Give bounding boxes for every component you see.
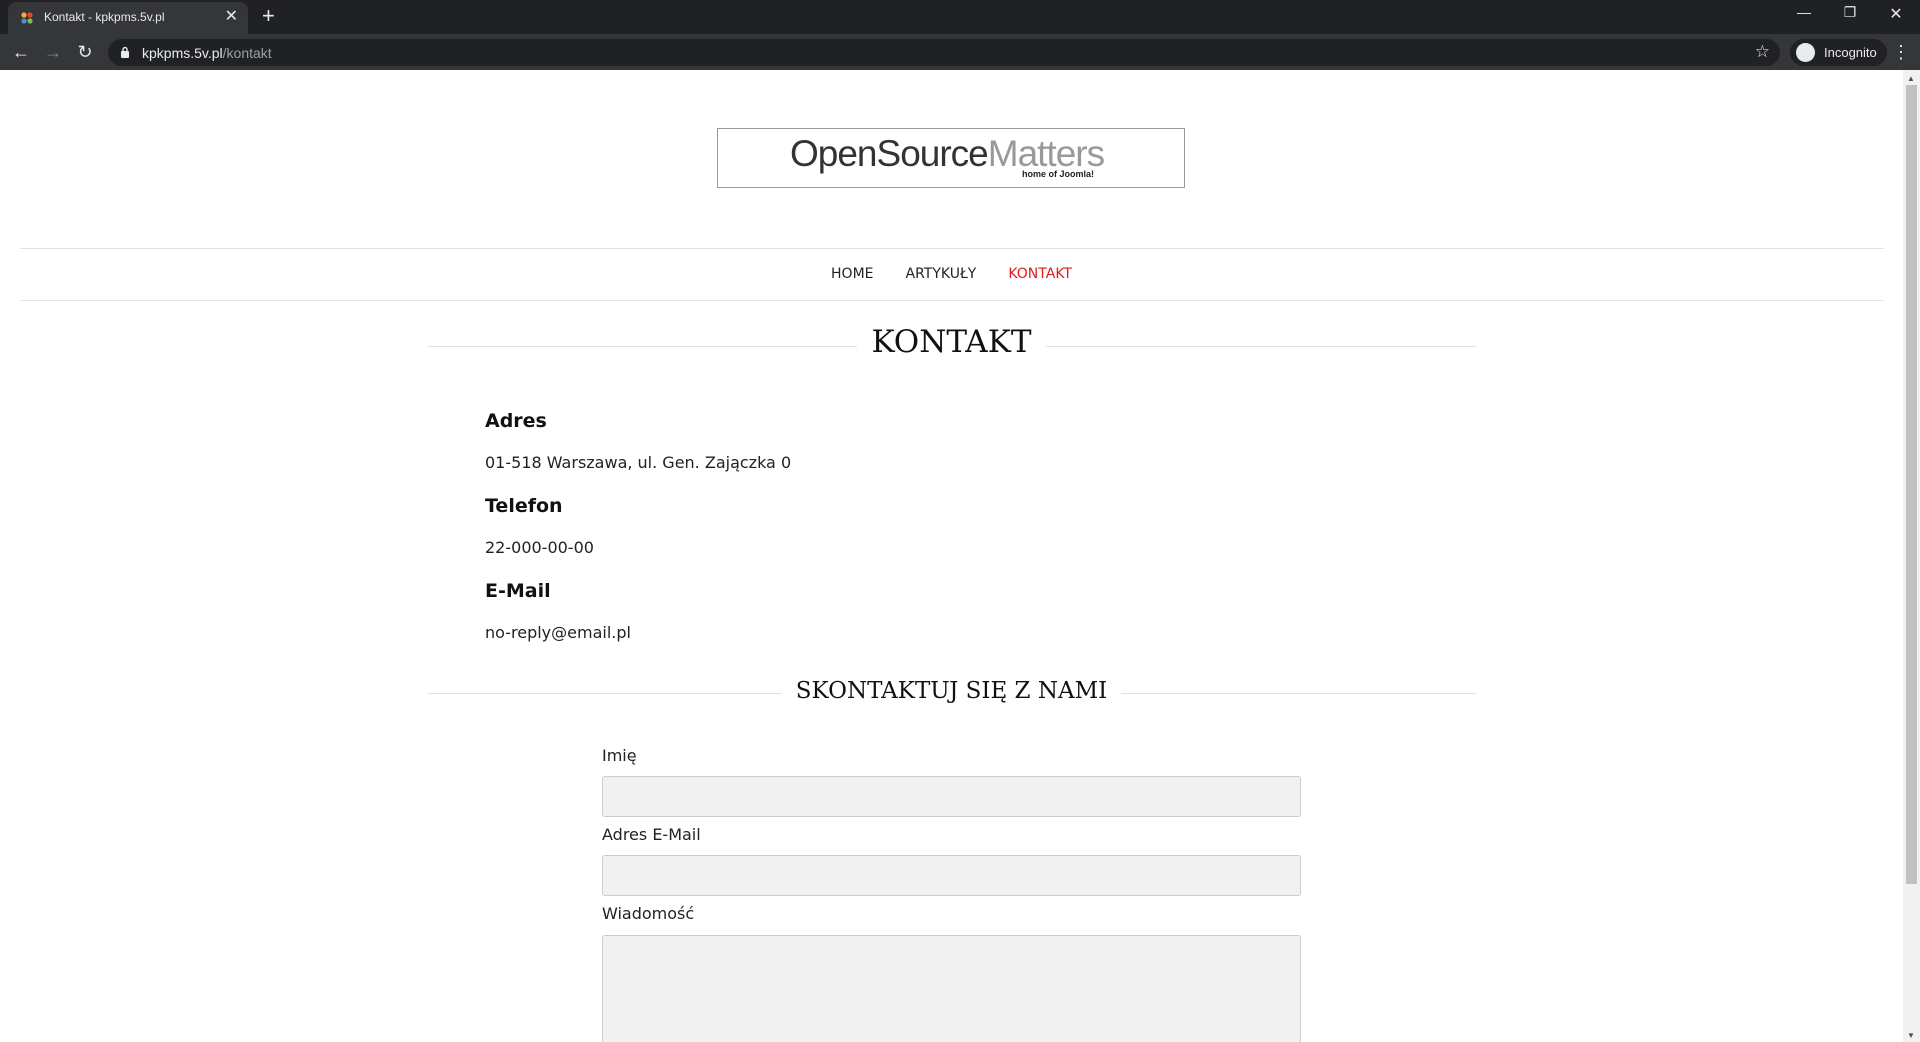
scroll-up-icon[interactable]: ▲ (1907, 74, 1915, 83)
email-heading: E-Mail (485, 580, 551, 602)
browser-tab-strip: Kontakt - kpkpms.5v.pl ✕ + — ❐ ✕ (0, 0, 1920, 34)
main-menu: HOME ARTYKUŁY KONTAKT (0, 266, 1903, 282)
joomla-favicon (21, 12, 33, 24)
address-heading: Adres (485, 410, 547, 432)
lock-icon (121, 46, 129, 58)
email-value: no-reply@email.pl (485, 623, 631, 642)
minimize-icon[interactable]: — (1784, 4, 1824, 20)
message-label: Wiadomość (602, 904, 695, 923)
message-textarea[interactable] (602, 935, 1301, 1042)
name-label: Imię (602, 746, 637, 765)
address-bar[interactable]: kpkpms.5v.pl/kontakt ☆ (108, 39, 1780, 66)
name-input[interactable] (602, 776, 1301, 817)
menu-item-kontakt[interactable]: KONTAKT (1008, 266, 1072, 282)
incognito-badge[interactable]: Incognito (1790, 39, 1887, 66)
page-viewport: OpenSourceMatters home of Joomla! HOME A… (0, 70, 1920, 1042)
incognito-label: Incognito (1824, 45, 1877, 60)
url-host: kpkpms.5v.pl (142, 45, 223, 61)
close-icon[interactable]: ✕ (225, 8, 238, 26)
reload-icon[interactable]: ↻ (74, 41, 96, 63)
url-path: /kontakt (222, 45, 272, 61)
browser-toolbar: ← → ↻ kpkpms.5v.pl/kontakt ☆ Incognito ⋮ (0, 34, 1920, 70)
menu-item-artykuly[interactable]: ARTYKUŁY (906, 266, 977, 282)
phone-heading: Telefon (485, 495, 563, 517)
window-close-icon[interactable]: ✕ (1876, 4, 1916, 24)
tab-title: Kontakt - kpkpms.5v.pl (44, 10, 165, 24)
email-field-label: Adres E-Mail (602, 825, 701, 844)
logo-subtitle: home of Joomla! (1022, 169, 1095, 179)
form-heading: SKONTAKTUJ SIĘ Z NAMI (0, 678, 1903, 704)
restore-icon[interactable]: ❐ (1830, 4, 1870, 21)
scroll-thumb[interactable] (1906, 85, 1917, 884)
forward-icon[interactable]: → (42, 41, 64, 63)
phone-value: 22-000-00-00 (485, 538, 594, 557)
incognito-icon (1796, 43, 1815, 62)
page-title: KONTAKT (0, 324, 1903, 360)
kebab-menu-icon[interactable]: ⋮ (1892, 41, 1910, 63)
browser-tab[interactable]: Kontakt - kpkpms.5v.pl ✕ (8, 2, 248, 34)
page-scrollbar[interactable]: ▲ ▼ (1903, 70, 1920, 1042)
back-icon[interactable]: ← (10, 41, 32, 63)
logo-matters: Matters (987, 133, 1105, 174)
email-input[interactable] (602, 855, 1301, 896)
page-title-text: KONTAKT (857, 324, 1046, 360)
star-icon[interactable]: ☆ (1755, 42, 1770, 62)
logo-open-source: OpenSource (790, 133, 989, 174)
site-logo[interactable]: OpenSourceMatters home of Joomla! (717, 128, 1185, 188)
scroll-down-icon[interactable]: ▼ (1907, 1031, 1915, 1040)
url-text: kpkpms.5v.pl/kontakt (142, 45, 272, 61)
form-heading-text: SKONTAKTUJ SIĘ Z NAMI (781, 678, 1122, 704)
nav-bottom-divider (20, 300, 1884, 301)
nav-top-divider (20, 248, 1884, 249)
plus-icon[interactable]: + (262, 4, 275, 28)
menu-item-home[interactable]: HOME (831, 266, 873, 282)
address-value: 01-518 Warszawa, ul. Gen. Zajączka 0 (485, 453, 792, 472)
